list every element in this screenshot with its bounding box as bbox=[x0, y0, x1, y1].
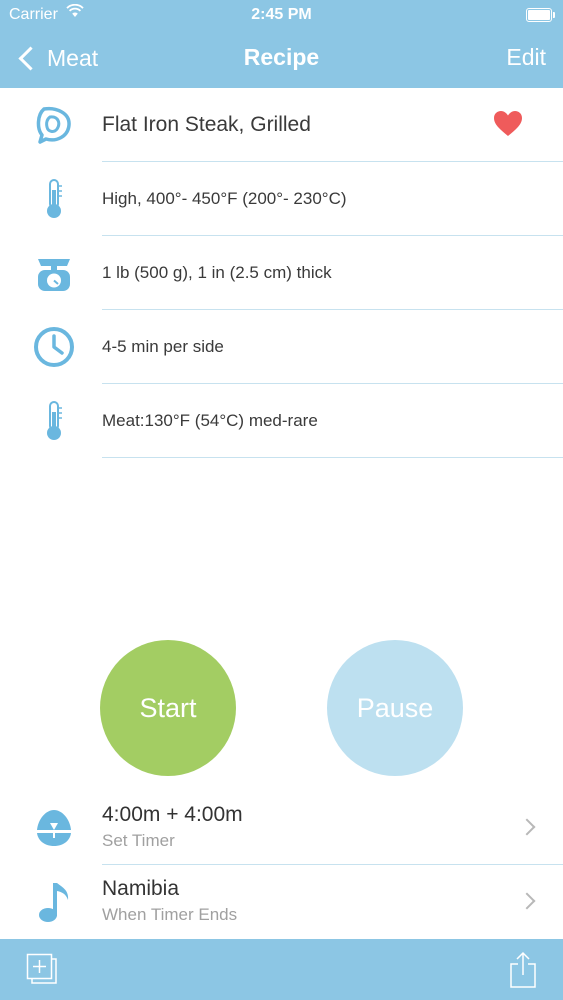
back-label: Meat bbox=[47, 44, 99, 71]
music-note-icon bbox=[28, 877, 80, 927]
add-icon[interactable] bbox=[26, 953, 58, 990]
share-icon[interactable] bbox=[509, 951, 537, 994]
recipe-name-row: Flat Iron Steak, Grilled bbox=[0, 88, 563, 162]
steak-icon bbox=[28, 102, 80, 148]
start-button[interactable]: Start bbox=[100, 640, 236, 776]
sound-value: Namibia bbox=[102, 877, 180, 900]
thermometer-icon bbox=[28, 398, 80, 444]
status-bar: Carrier 2:45 PM bbox=[0, 0, 563, 30]
egg-timer-icon bbox=[28, 803, 80, 853]
chevron-right-icon bbox=[518, 892, 536, 910]
header: Carrier 2:45 PM Meat Recipe Edit bbox=[0, 0, 563, 88]
timer-sound-row[interactable]: Namibia When Timer Ends bbox=[0, 865, 563, 939]
heart-icon[interactable] bbox=[493, 110, 523, 142]
time-row: 4-5 min per side bbox=[0, 310, 563, 384]
chevron-left-icon bbox=[18, 45, 43, 71]
chevron-right-icon bbox=[518, 818, 536, 836]
timer-value: 4:00m + 4:00m bbox=[102, 803, 243, 826]
recipe-name: Flat Iron Steak, Grilled bbox=[102, 113, 311, 136]
doneness-row: Meat:130°F (54°C) med-rare bbox=[0, 384, 563, 458]
nav-bar: Meat Recipe Edit bbox=[0, 30, 563, 86]
status-time: 2:45 PM bbox=[251, 6, 312, 23]
battery-icon bbox=[526, 8, 555, 22]
sound-caption: When Timer Ends bbox=[102, 905, 238, 924]
back-button[interactable]: Meat bbox=[16, 42, 98, 74]
scale-icon bbox=[28, 250, 80, 296]
thermometer-icon bbox=[28, 176, 80, 222]
edit-button[interactable]: Edit bbox=[506, 44, 546, 71]
set-timer-row[interactable]: 4:00m + 4:00m Set Timer bbox=[0, 791, 563, 865]
bottom-toolbar bbox=[0, 939, 563, 1000]
doneness-text: Meat:130°F (54°C) med-rare bbox=[102, 411, 318, 430]
size-text: 1 lb (500 g), 1 in (2.5 cm) thick bbox=[102, 263, 332, 282]
heat-row: High, 400°- 450°F (200°- 230°C) bbox=[0, 162, 563, 236]
clock-icon bbox=[28, 324, 80, 370]
divider bbox=[102, 457, 563, 458]
pause-button[interactable]: Pause bbox=[327, 640, 463, 776]
size-row: 1 lb (500 g), 1 in (2.5 cm) thick bbox=[0, 236, 563, 310]
heat-text: High, 400°- 450°F (200°- 230°C) bbox=[102, 189, 347, 208]
time-text: 4-5 min per side bbox=[102, 337, 224, 356]
timer-caption: Set Timer bbox=[102, 831, 175, 850]
